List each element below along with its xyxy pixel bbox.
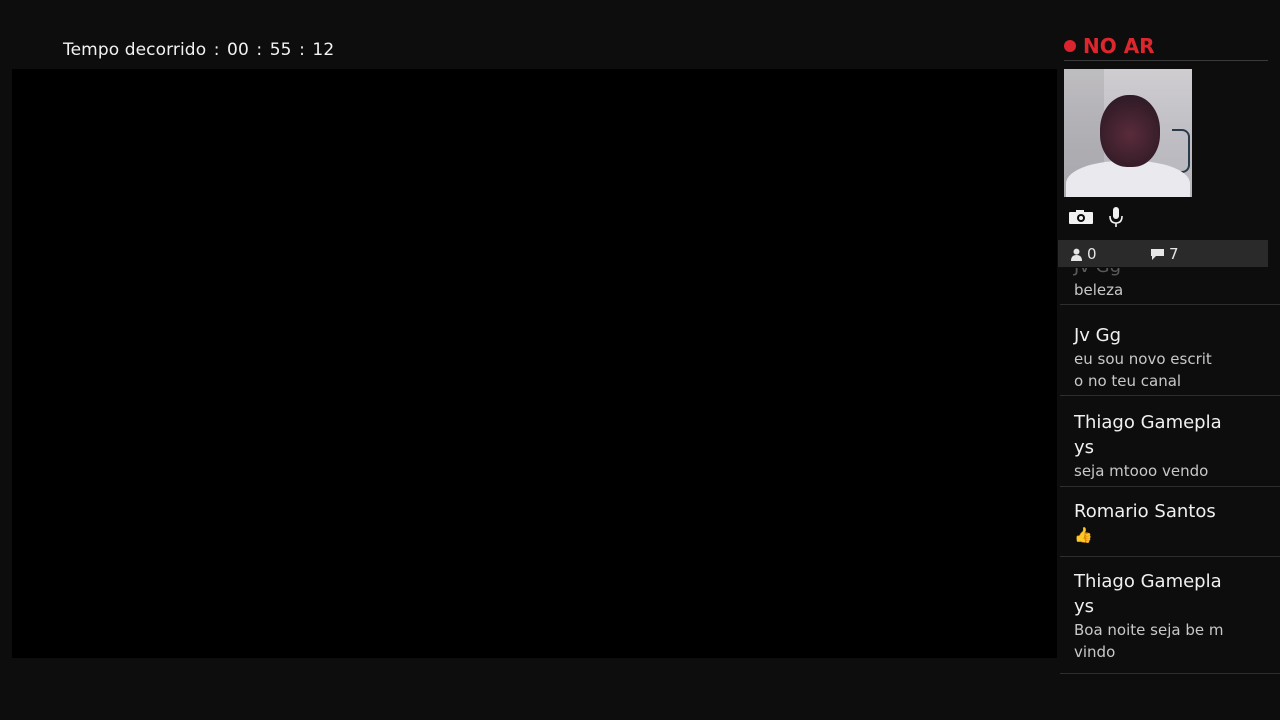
viewer-count-value: 0 bbox=[1087, 245, 1097, 263]
chat-username: Jv Gg bbox=[1074, 325, 1122, 346]
elapsed-hours: 00 bbox=[227, 40, 249, 60]
chat-text: beleza bbox=[1074, 281, 1124, 299]
live-indicator: NO AR bbox=[1064, 32, 1268, 61]
stream-stats-bar: 0 7 bbox=[1058, 240, 1268, 267]
elapsed-label: Tempo decorrido bbox=[63, 40, 207, 60]
elapsed-time: Tempo decorrido : 00 : 55 : 12 bbox=[63, 40, 335, 60]
broadcast-preview bbox=[12, 69, 1057, 658]
speech-bubble-icon bbox=[1151, 248, 1164, 260]
chat-username: Jv Gg bbox=[1074, 268, 1234, 279]
chat-username: Thiago Gamepla ys bbox=[1074, 412, 1222, 458]
chat-message: Thiago Gamepla ys Boa noite seja be m vi… bbox=[1060, 557, 1280, 674]
chat-message: Jv Gg eu sou novo escrit o no teu canal bbox=[1060, 305, 1280, 396]
live-status-label: NO AR bbox=[1083, 34, 1155, 58]
chat-message: Romario Santos 👍 bbox=[1060, 487, 1280, 557]
live-dot-icon bbox=[1064, 40, 1076, 52]
chat-username: Romario Santos bbox=[1074, 501, 1216, 522]
chat-message: Thiago Gamepla ys seja mtooo vendo bbox=[1060, 396, 1280, 487]
chat-text: seja mtooo vendo bbox=[1074, 462, 1209, 480]
chat-panel[interactable]: Jv Gg beleza Jv Gg eu sou novo escrit o … bbox=[1060, 268, 1280, 720]
chat-message: Jv Gg beleza bbox=[1060, 268, 1280, 305]
chat-text: Boa noite seja be m vindo bbox=[1074, 621, 1224, 661]
elapsed-seconds: 12 bbox=[312, 40, 335, 60]
person-icon bbox=[1071, 248, 1082, 261]
viewer-count: 0 bbox=[1070, 245, 1097, 263]
chat-text: 👍 bbox=[1074, 526, 1093, 544]
camera-controls bbox=[1068, 206, 1124, 232]
comment-count-value: 7 bbox=[1169, 245, 1179, 263]
camera-icon[interactable] bbox=[1068, 209, 1094, 229]
microphone-icon[interactable] bbox=[1108, 206, 1124, 232]
comment-count: 7 bbox=[1150, 245, 1179, 263]
elapsed-minutes: 55 bbox=[269, 40, 292, 60]
chat-text: eu sou novo escrit o no teu canal bbox=[1074, 350, 1212, 390]
chat-username: Thiago Gamepla ys bbox=[1074, 571, 1222, 617]
camera-preview bbox=[1064, 69, 1192, 197]
